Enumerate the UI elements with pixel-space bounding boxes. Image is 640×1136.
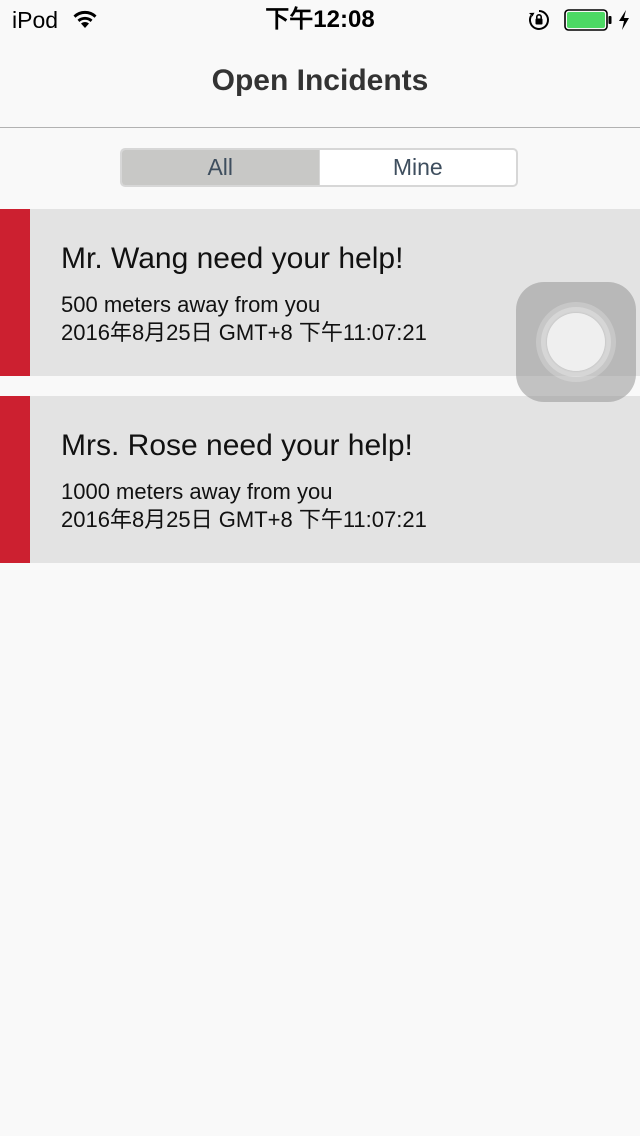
charging-icon [619, 10, 629, 30]
rotation-lock-icon [529, 10, 549, 30]
page-title: Open Incidents [211, 64, 429, 97]
incident-distance: 500 meters away from you [61, 292, 321, 317]
incident-accent-bar [0, 209, 30, 376]
incident-distance: 1000 meters away from you [61, 479, 333, 504]
incident-time: 2016年8月25日 GMT+8 下午11:07:21 [61, 507, 427, 532]
segment-all[interactable]: All [122, 150, 319, 185]
segment-mine[interactable]: Mine [318, 150, 517, 185]
assistive-touch-icon[interactable] [516, 282, 636, 402]
incident-title: Mr. Wang need your help! [61, 242, 404, 275]
incident-accent-bar [0, 396, 30, 563]
navigation-bar: Open Incidents [0, 40, 640, 128]
incident-list-item[interactable]: Mrs. Rose need your help! 1000 meters aw… [0, 396, 640, 563]
status-bar: iPod 下午12:08 [0, 0, 640, 40]
incident-filter-segmented-control[interactable]: All Mine [120, 148, 518, 187]
assistive-touch-inner-circle [547, 313, 605, 371]
incident-title: Mrs. Rose need your help! [61, 429, 413, 462]
incident-time: 2016年8月25日 GMT+8 下午11:07:21 [61, 320, 427, 345]
battery-icon [564, 9, 612, 31]
